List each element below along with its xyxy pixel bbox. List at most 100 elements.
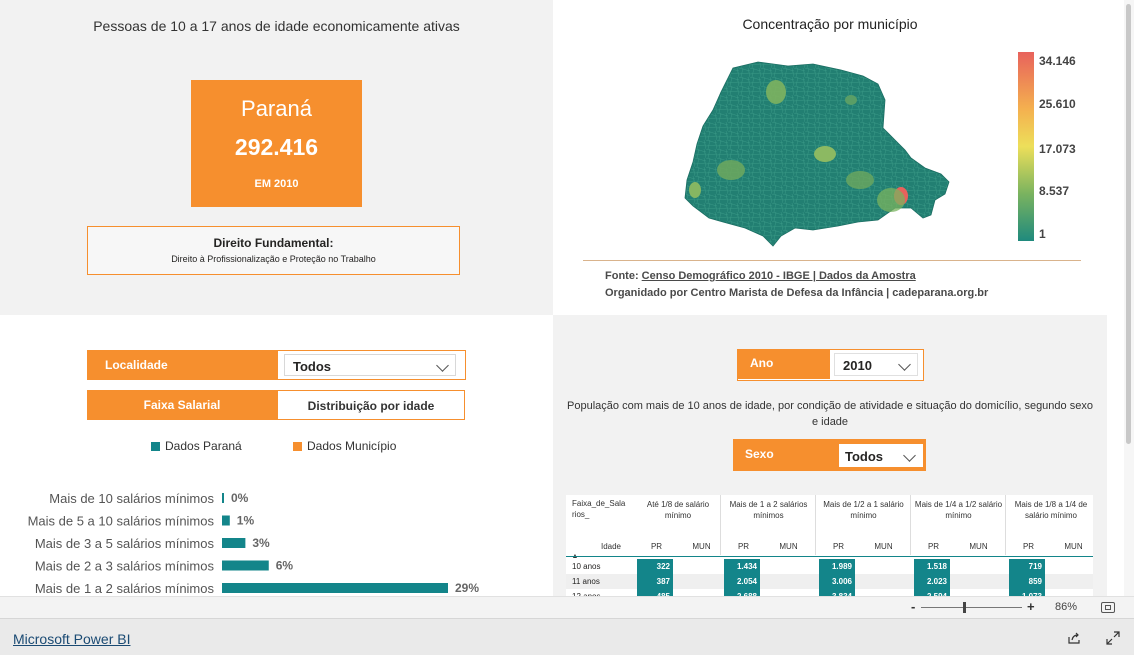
bar-parana[interactable] xyxy=(222,583,448,593)
cell-pr-value[interactable]: 3.834 xyxy=(819,589,855,596)
cell-pr-value[interactable]: 2.688 xyxy=(724,589,760,596)
subcol-header[interactable]: PR xyxy=(634,541,679,552)
direito-title: Direito Fundamental: xyxy=(213,236,334,250)
corner-header: Faixa_de_Sala rios_ xyxy=(566,498,634,520)
cell-pr-value[interactable]: 1.073 xyxy=(1009,589,1045,596)
cell-pr-value[interactable]: 2.054 xyxy=(724,574,760,589)
bar-parana[interactable] xyxy=(222,515,230,526)
bar-category-label: Mais de 1 a 2 salários mínimos xyxy=(35,581,215,596)
hotspot-area-4[interactable] xyxy=(766,80,786,104)
divider xyxy=(583,260,1081,261)
table-title: População com mais de 10 anos de idade, … xyxy=(567,400,1093,428)
map-panel: Concentração por município 34.146 25.610… xyxy=(553,0,1107,315)
zoom-in-button[interactable]: + xyxy=(1027,599,1035,614)
chevron-down-icon xyxy=(903,449,916,462)
cell-pr-value[interactable]: 719 xyxy=(1009,559,1045,574)
source-prefix: Fonte: xyxy=(605,270,642,282)
bar-category-label: Mais de 2 a 3 salários mínimos xyxy=(35,559,215,574)
hotspot-area-2[interactable] xyxy=(846,171,874,189)
subcol-header[interactable]: PR xyxy=(816,541,861,552)
sexo-label: Sexo xyxy=(735,441,835,469)
hotspot-area-7[interactable] xyxy=(845,95,857,105)
idade-header[interactable]: Idade xyxy=(596,541,626,552)
zoom-out-button[interactable]: - xyxy=(911,599,915,614)
subcol-header[interactable]: PR xyxy=(721,541,766,552)
localidade-dropdown[interactable]: Todos xyxy=(284,354,456,376)
direito-subtitle: Direito à Profissionalização e Proteção … xyxy=(171,254,376,264)
fit-page-icon[interactable] xyxy=(1101,602,1115,613)
group-header[interactable]: Mais de 1/8 a 1/4 de salário mínimo xyxy=(1006,499,1093,521)
cell-pr-value[interactable]: 859 xyxy=(1009,574,1045,589)
fullscreen-icon[interactable] xyxy=(1106,631,1120,645)
zoom-level: 86% xyxy=(1055,601,1078,613)
group-header[interactable]: Mais de 1/4 a 1/2 salário mínimo xyxy=(911,499,1006,521)
group-header[interactable]: Mais de 1/2 a 1 salário mínimo xyxy=(816,499,911,521)
zoom-slider-track[interactable] xyxy=(921,607,1022,608)
bar-value-label: 6% xyxy=(276,559,294,573)
subcol-header[interactable]: MUN xyxy=(766,541,811,552)
bar-value-label: 3% xyxy=(252,536,270,550)
vertical-scrollbar[interactable] xyxy=(1124,0,1134,596)
cell-pr-value[interactable]: 2.023 xyxy=(914,574,950,589)
hotspot-area-3[interactable] xyxy=(814,146,836,162)
legend-swatch-parana xyxy=(151,442,160,451)
bar-value-label: 1% xyxy=(237,514,255,528)
source-link[interactable]: Censo Demográfico 2010 - IBGE | Dados da… xyxy=(642,270,916,282)
cell-pr-value[interactable]: 3.006 xyxy=(819,574,855,589)
ano-value: 2010 xyxy=(843,358,872,373)
kpi-value: 292.416 xyxy=(234,134,319,160)
cell-pr-value[interactable]: 2.594 xyxy=(914,589,950,596)
bar-value-label: 29% xyxy=(455,581,479,595)
cell-pr-value[interactable]: 485 xyxy=(637,589,673,596)
distribuicao-idade-button[interactable]: Distribuição por idade xyxy=(277,390,465,420)
faixa-salarial-button[interactable]: Faixa Salarial xyxy=(87,390,277,420)
zoom-bar: - + 86% xyxy=(0,596,1134,618)
ano-slicer[interactable]: Ano 2010 xyxy=(737,349,924,381)
legend-parana[interactable]: Dados Paraná xyxy=(165,439,242,453)
row-label: 10 anos xyxy=(572,562,601,571)
subcol-header[interactable]: MUN xyxy=(956,541,1001,552)
bar-category-label: Mais de 10 salários mínimos xyxy=(49,491,214,506)
corner-line-1: Faixa_de_Sala xyxy=(572,499,626,508)
legend-municipio[interactable]: Dados Município xyxy=(307,439,396,453)
sexo-dropdown[interactable]: Todos xyxy=(839,444,923,467)
subcol-header[interactable]: PR xyxy=(1006,541,1051,552)
subcol-header[interactable]: MUN xyxy=(679,541,724,552)
cell-pr-value[interactable]: 1.518 xyxy=(914,559,950,574)
share-icon[interactable] xyxy=(1067,631,1081,645)
power-bi-link[interactable]: Microsoft Power BI xyxy=(13,631,130,647)
cell-pr-value[interactable]: 1.989 xyxy=(819,559,855,574)
organizer-note: Organidado por Centro Marista de Defesa … xyxy=(605,287,989,299)
bar-parana[interactable] xyxy=(222,493,224,503)
bar-parana[interactable] xyxy=(222,538,246,548)
bar-parana[interactable] xyxy=(222,560,269,571)
bar-value-label: 0% xyxy=(231,491,249,505)
ano-dropdown[interactable]: 2010 xyxy=(834,353,918,376)
legend-max: 34.146 xyxy=(1039,54,1076,68)
chevron-down-icon xyxy=(436,359,449,372)
cell-pr-value[interactable]: 322 xyxy=(637,559,673,574)
bar-category-label: Mais de 5 a 10 salários mínimos xyxy=(28,514,215,529)
hotspot-area-1[interactable] xyxy=(877,188,905,212)
group-header[interactable]: Até 1/8 de salário mínimo xyxy=(634,499,722,521)
subcol-header[interactable]: MUN xyxy=(1051,541,1093,552)
kpi-card[interactable]: Paraná 292.416 EM 2010 xyxy=(191,80,362,207)
report-canvas: Pessoas de 10 a 17 anos de idade economi… xyxy=(0,0,1134,655)
sexo-slicer[interactable]: Sexo Todos xyxy=(733,439,926,471)
parana-choropleth-map[interactable] xyxy=(673,50,963,250)
cell-pr-value[interactable]: 387 xyxy=(637,574,673,589)
subcol-header[interactable]: MUN xyxy=(861,541,906,552)
kpi-panel: Pessoas de 10 a 17 anos de idade economi… xyxy=(0,0,553,315)
matrix-table[interactable]: Faixa_de_Salarios_ Idade ▲ Até 1/8 de sa… xyxy=(566,495,1093,596)
header-divider xyxy=(566,556,1093,557)
subcol-header[interactable]: PR xyxy=(911,541,956,552)
kpi-region: Paraná xyxy=(241,96,312,121)
legend-q2: 17.073 xyxy=(1039,142,1076,156)
group-header[interactable]: Mais de 1 a 2 salários mínimos xyxy=(721,499,816,521)
zoom-slider-thumb[interactable] xyxy=(963,602,966,613)
localidade-slicer[interactable]: Todos xyxy=(277,350,466,380)
scrollbar-thumb[interactable] xyxy=(1126,4,1131,444)
cell-pr-value[interactable]: 1.434 xyxy=(724,559,760,574)
hotspot-area-5[interactable] xyxy=(717,160,745,180)
hotspot-area-6[interactable] xyxy=(689,182,701,198)
